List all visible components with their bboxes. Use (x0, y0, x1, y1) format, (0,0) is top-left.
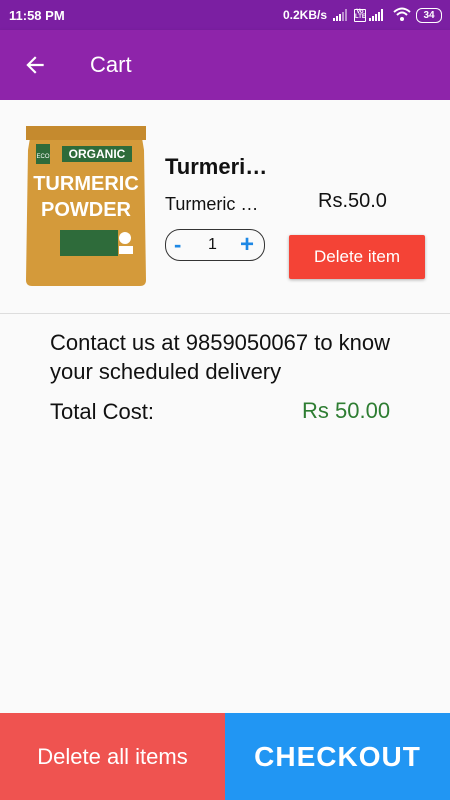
quantity-stepper: - 1 + (165, 229, 265, 261)
arrow-left-icon[interactable] (22, 52, 48, 78)
status-bar: 11:58 PM 0.2KB/s Vo LTE 34 (0, 0, 450, 30)
delete-all-button[interactable]: Delete all items (0, 713, 225, 800)
total-cost-label: Total Cost: (50, 399, 154, 424)
network-speed: 0.2KB/s (283, 8, 328, 22)
product-image: ECO ORGANIC TURMERIC POWDER (26, 126, 146, 286)
logo-text: ORGANIC (69, 147, 126, 161)
total-cost-value: Rs 50.00 (302, 398, 391, 423)
battery-icon: 34 (416, 8, 442, 23)
logo-text: POWDER (41, 199, 132, 221)
wifi-icon (393, 7, 411, 21)
cart-item: ECO ORGANIC TURMERIC POWDER Turmeric Pow… (0, 100, 450, 314)
delete-item-button[interactable]: Delete item (289, 235, 425, 279)
product-subtitle: Turmeric Powder (165, 194, 267, 214)
volte-icon: Vo LTE (354, 9, 366, 22)
contact-text: Contact us at 9859050067 to know your sc… (50, 330, 391, 384)
signal-icon-2 (369, 9, 383, 21)
quantity-value: 1 (208, 236, 217, 253)
signal-icon (333, 9, 347, 21)
logo-text: ECO (36, 154, 49, 160)
page-title: Cart (90, 52, 132, 77)
product-price: Rs.50.0 (318, 190, 387, 212)
status-time: 11:58 PM (9, 8, 65, 23)
decrement-button[interactable]: - (174, 232, 181, 258)
increment-button[interactable]: + (240, 231, 254, 259)
product-name: Turmeric Powder (165, 154, 275, 179)
app-bar: Cart (0, 30, 450, 100)
checkout-button[interactable]: CHECKOUT (225, 713, 450, 800)
logo-text: TURMERIC (33, 173, 139, 195)
